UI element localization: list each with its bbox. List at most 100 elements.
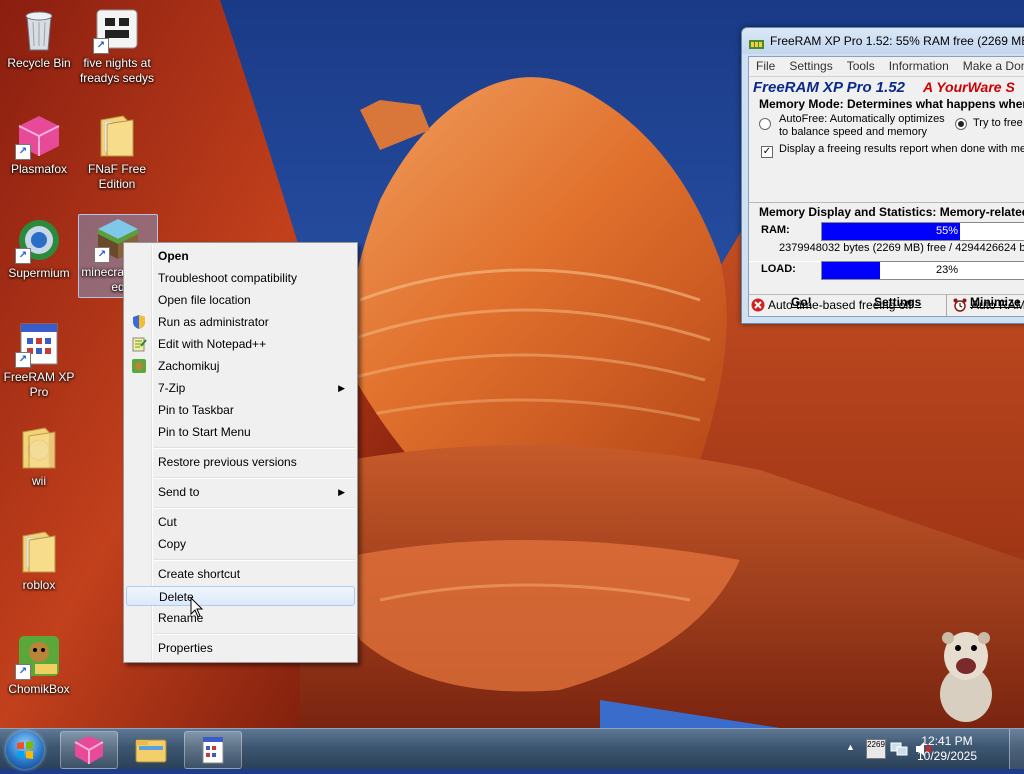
menu-item-label: Pin to Start Menu (158, 425, 251, 439)
bytes-free-text: 2379948032 bytes (2269 MB) free / 429442… (779, 242, 1024, 254)
menu-item-label: Pin to Taskbar (158, 403, 234, 417)
display-report-checkbox[interactable]: ✓ (761, 143, 773, 161)
memory-mode-title: Memory Mode: Determines what happens whe… (759, 97, 1024, 111)
menu-item-open[interactable]: Open (126, 246, 355, 266)
hamster-gadget-icon[interactable] (930, 624, 1002, 724)
menu-information[interactable]: Information (882, 59, 956, 73)
menu-item-label: Troubleshoot compatibility (158, 271, 297, 285)
shortcut-arrow-icon: ↗ (15, 664, 31, 680)
tray-expand-icon[interactable]: ▲ (846, 742, 855, 752)
clock-date: 10/29/2025 (916, 749, 978, 763)
desktop-icon-supermium[interactable]: ↗ Supermium (0, 216, 78, 281)
menu-item-pin-to-taskbar[interactable]: Pin to Taskbar (126, 400, 355, 420)
menu-item-7zip[interactable]: 7-Zip ▶ (126, 378, 355, 398)
window-title: FreeRAM XP Pro 1.52: 55% RAM free (2269 … (770, 34, 1024, 48)
taskbar-clock[interactable]: 12:41 PM 10/29/2025 (912, 734, 982, 764)
mouse-cursor-icon (190, 596, 204, 619)
menu-file[interactable]: File (749, 59, 782, 73)
show-desktop-button[interactable] (1009, 729, 1024, 769)
menu-item-run-as-administrator[interactable]: Run as administrator (126, 312, 355, 332)
desktop-icon-freeram[interactable]: ↗ FreeRAM XP Pro (0, 320, 78, 400)
desktop-icon-wii[interactable]: wii (0, 424, 78, 489)
menu-item-create-shortcut[interactable]: Create shortcut (126, 564, 355, 584)
menu-tools[interactable]: Tools (840, 59, 882, 73)
tray-freeram-icon[interactable]: 2269 (866, 739, 886, 759)
menu-item-open-file-location[interactable]: Open file location (126, 290, 355, 310)
shortcut-icon: ↗ (93, 6, 141, 54)
shortcut-arrow-icon: ↗ (15, 352, 31, 368)
desktop-icon-label: Plasmafox (10, 162, 68, 176)
error-icon (751, 298, 765, 312)
desktop-icon-five-nights[interactable]: ↗ five nights at freadys sedys (78, 6, 156, 86)
freeram-header: FreeRAM XP Pro 1.52 A YourWare S (749, 77, 1024, 97)
freeram-window: FreeRAM XP Pro 1.52: 55% RAM free (2269 … (741, 27, 1024, 324)
taskbar-explorer-button[interactable] (122, 731, 180, 769)
menu-item-restore-previous-versions[interactable]: Restore previous versions (126, 452, 355, 472)
load-progress-bar: 23% (821, 261, 1024, 280)
window-titlebar[interactable]: FreeRAM XP Pro 1.52: 55% RAM free (2269 … (742, 28, 1024, 54)
desktop-icon-label: wii (32, 474, 46, 488)
desktop-icon-label: FNaF Free Edition (87, 162, 146, 191)
desktop-icon-chomikbox[interactable]: ↗ ChomikBox (0, 632, 78, 697)
shield-icon (131, 314, 147, 330)
freeram-app-icon (749, 34, 764, 49)
notepad-icon (131, 336, 147, 352)
menu-item-properties[interactable]: Properties (126, 638, 355, 658)
desktop-icon-recycle-bin[interactable]: Recycle Bin (0, 6, 78, 71)
menu-item-label: Open (158, 249, 189, 263)
folder-icon (93, 112, 141, 160)
menu-item-send-to[interactable]: Send to ▶ (126, 482, 355, 502)
menu-item-cut[interactable]: Cut (126, 512, 355, 532)
freeram-icon (202, 736, 224, 764)
menu-settings[interactable]: Settings (782, 59, 839, 73)
network-icon[interactable] (890, 741, 908, 757)
menu-separator (154, 559, 355, 561)
load-label: LOAD: (761, 263, 796, 275)
ram-progress-bar: 55% (821, 222, 1024, 241)
menu-item-label: 7-Zip (158, 381, 186, 395)
menu-item-copy[interactable]: Copy (126, 534, 355, 554)
autofree-radio[interactable] (759, 115, 771, 133)
freeram-icon: ↗ (15, 320, 63, 368)
clock-time: 12:41 PM (921, 734, 973, 748)
windows-logo-icon (17, 741, 33, 759)
autofree-label: AutoFree: Automatically optimizes to bal… (779, 113, 945, 138)
desktop-icon-fnaf-folder[interactable]: FNaF Free Edition (78, 112, 156, 192)
menu-item-label: Create shortcut (158, 567, 241, 581)
desktop-icon-roblox[interactable]: roblox (0, 528, 78, 593)
menu-item-pin-to-start-menu[interactable]: Pin to Start Menu (126, 422, 355, 442)
ram-percent-text: 55% (935, 225, 959, 237)
taskbar-freeram-button[interactable] (184, 731, 242, 769)
recycle-bin-icon (15, 6, 63, 54)
load-row: LOAD: 23% (749, 259, 1024, 283)
menu-item-edit-with-notepad[interactable]: Edit with Notepad++ (126, 334, 355, 354)
desktop-icon-label: Recycle Bin (7, 56, 71, 70)
submenu-arrow-icon: ▶ (338, 487, 345, 497)
tray-mem-text: 2269 (867, 740, 885, 749)
menu-item-troubleshoot-compatibility[interactable]: Troubleshoot compatibility (126, 268, 355, 288)
menu-item-label: Open file location (158, 293, 251, 307)
chomik-icon (131, 358, 147, 374)
stats-title: Memory Display and Statistics: Memory-re… (759, 205, 1024, 219)
desktop-icon-plasmafox[interactable]: ↗ Plasmafox (0, 112, 78, 177)
display-report-label: Display a freeing results report when do… (779, 143, 1024, 155)
alarm-clock-icon (953, 298, 967, 312)
taskbar-plasmafox-button[interactable] (60, 731, 118, 769)
menu-item-rename[interactable]: Rename (126, 608, 355, 628)
supermium-icon: ↗ (15, 216, 63, 264)
chomikbox-icon: ↗ (15, 632, 63, 680)
menu-item-label: Zachomikuj (158, 359, 220, 373)
menu-item-label: Properties (158, 641, 213, 655)
taskbar: ▲ 2269 12:41 PM 10/29/2025 (0, 728, 1024, 769)
menu-item-zachomikuj[interactable]: Zachomikuj (126, 356, 355, 376)
shortcut-arrow-icon: ↗ (93, 38, 109, 54)
plasmafox-icon: ↗ (15, 112, 63, 160)
menu-make-a-donation[interactable]: Make a Don (956, 59, 1024, 73)
menu-item-delete[interactable]: Delete (126, 586, 355, 606)
context-menu: Open Troubleshoot compatibility Open fil… (123, 242, 358, 663)
folder-icon (15, 424, 63, 472)
menu-item-label: Restore previous versions (158, 455, 297, 469)
desktop-icon-label: roblox (22, 578, 56, 592)
try-to-free-radio[interactable] (955, 115, 967, 133)
start-button[interactable] (6, 731, 44, 769)
